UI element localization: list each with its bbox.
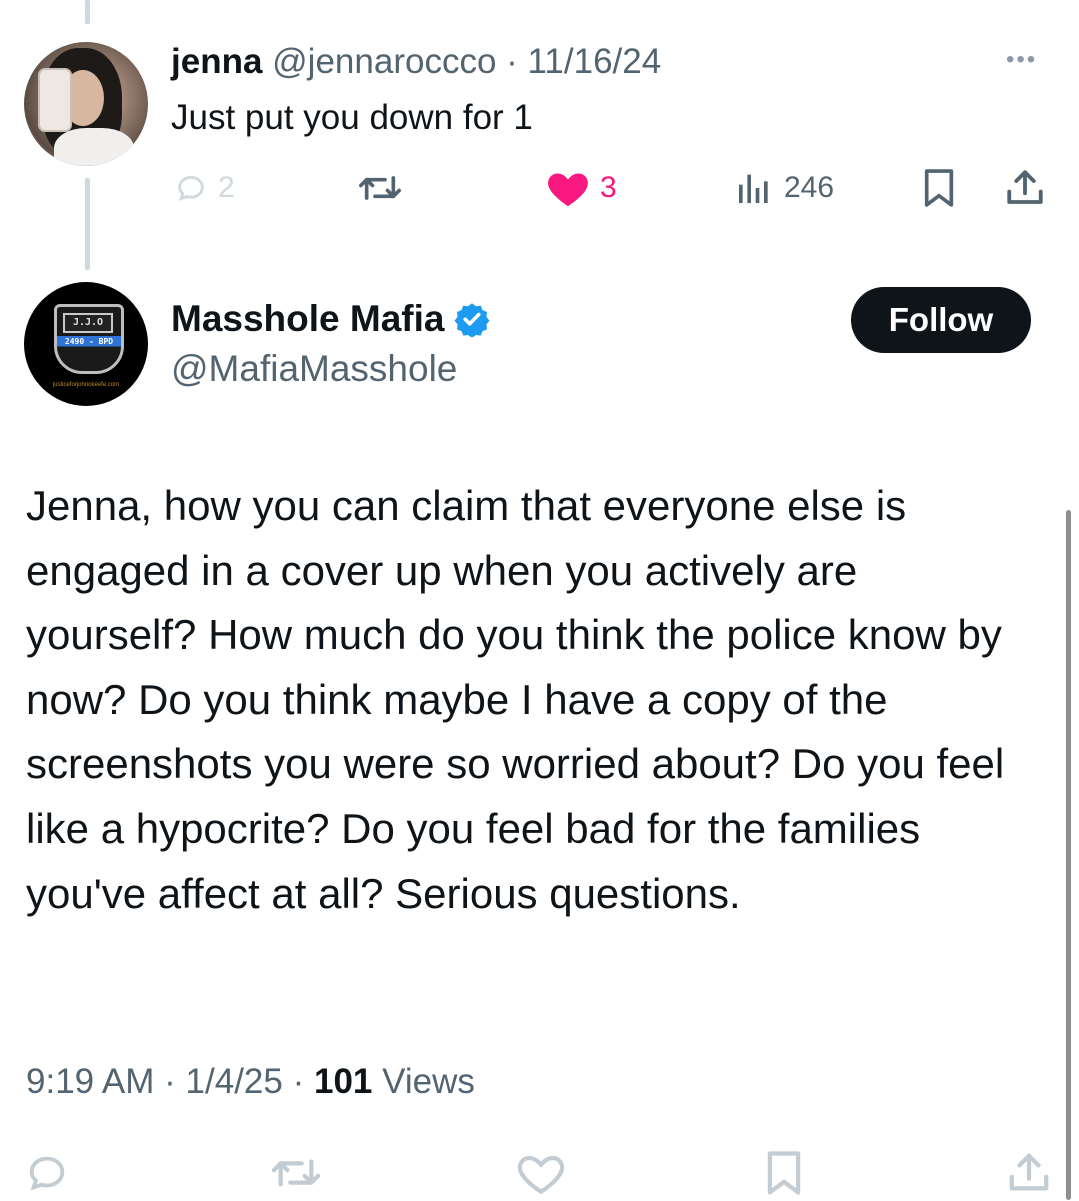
thread-line-top bbox=[85, 0, 90, 24]
meta-separator-2: · bbox=[292, 1062, 305, 1101]
reply-header: jenna @jennaroccco · 11/16/24 bbox=[171, 40, 661, 84]
tweet-date[interactable]: 1/4/25 bbox=[186, 1062, 283, 1101]
reply-author-handle[interactable]: @jennaroccco bbox=[272, 42, 496, 81]
retweet-button[interactable] bbox=[356, 166, 404, 210]
reply-icon bbox=[178, 175, 204, 201]
tweet-author-row: Masshole Mafia bbox=[171, 296, 490, 342]
tweet-meta: 9:19 AM · 1/4/25 · 101 Views bbox=[26, 1058, 475, 1106]
bottom-reply-button[interactable] bbox=[24, 1150, 70, 1200]
bottom-bookmark-button[interactable] bbox=[762, 1150, 806, 1200]
reply-button[interactable]: 2 bbox=[174, 166, 235, 210]
share-icon bbox=[1009, 1153, 1049, 1191]
bookmark-icon bbox=[767, 1151, 801, 1195]
tweet-views-count: 101 bbox=[313, 1062, 373, 1101]
tweet-author-name[interactable]: Masshole Mafia bbox=[171, 296, 444, 342]
badge-top-text: J.J.O bbox=[63, 313, 113, 333]
bookmark-icon bbox=[924, 169, 954, 207]
reply-date[interactable]: 11/16/24 bbox=[528, 42, 662, 81]
views-button[interactable]: 246 bbox=[734, 166, 834, 210]
like-count: 3 bbox=[600, 171, 617, 204]
heart-icon bbox=[517, 1155, 565, 1195]
avatar-jenna[interactable] bbox=[24, 42, 148, 166]
tweet-views-label: Views bbox=[382, 1062, 475, 1101]
meta-separator-1: · bbox=[164, 1062, 176, 1101]
views-count: 246 bbox=[784, 171, 835, 204]
badge-mid-text: 2490 - BPD bbox=[64, 337, 114, 346]
badge-url-text: justiceforjohnokeefe.com bbox=[52, 382, 120, 388]
verified-badge-icon bbox=[455, 303, 490, 337]
reply-count: 2 bbox=[218, 171, 235, 204]
bookmark-button[interactable] bbox=[920, 166, 958, 210]
share-icon bbox=[1007, 170, 1043, 204]
retweet-icon bbox=[271, 1159, 321, 1187]
tweet-time[interactable]: 9:19 AM bbox=[26, 1062, 154, 1101]
bottom-share-button[interactable] bbox=[1006, 1150, 1052, 1200]
bottom-retweet-button[interactable] bbox=[268, 1150, 324, 1200]
like-button[interactable]: 3 bbox=[546, 166, 617, 210]
analytics-icon bbox=[739, 174, 768, 203]
scrollbar[interactable] bbox=[1066, 510, 1071, 1200]
reply-icon bbox=[29, 1156, 65, 1191]
tweet-text: Jenna, how you can claim that everyone e… bbox=[26, 482, 1005, 917]
thread-line-bottom bbox=[85, 178, 90, 270]
reply-separator: · bbox=[506, 42, 518, 81]
avatar-masshole-mafia[interactable]: J.J.O 2490 - BPD justiceforjohnokeefe.co… bbox=[24, 282, 148, 406]
bottom-like-button[interactable] bbox=[516, 1150, 566, 1200]
reply-text: Just put you down for 1 bbox=[171, 98, 533, 137]
share-button[interactable] bbox=[1004, 166, 1046, 210]
reply-author-name[interactable]: jenna bbox=[171, 42, 262, 81]
heart-filled-icon bbox=[548, 173, 588, 207]
ellipsis-icon[interactable]: ••• bbox=[1006, 48, 1050, 72]
tweet-author-handle[interactable]: @MafiaMasshole bbox=[171, 346, 457, 392]
follow-button[interactable]: Follow bbox=[851, 287, 1031, 353]
retweet-icon bbox=[359, 176, 401, 200]
